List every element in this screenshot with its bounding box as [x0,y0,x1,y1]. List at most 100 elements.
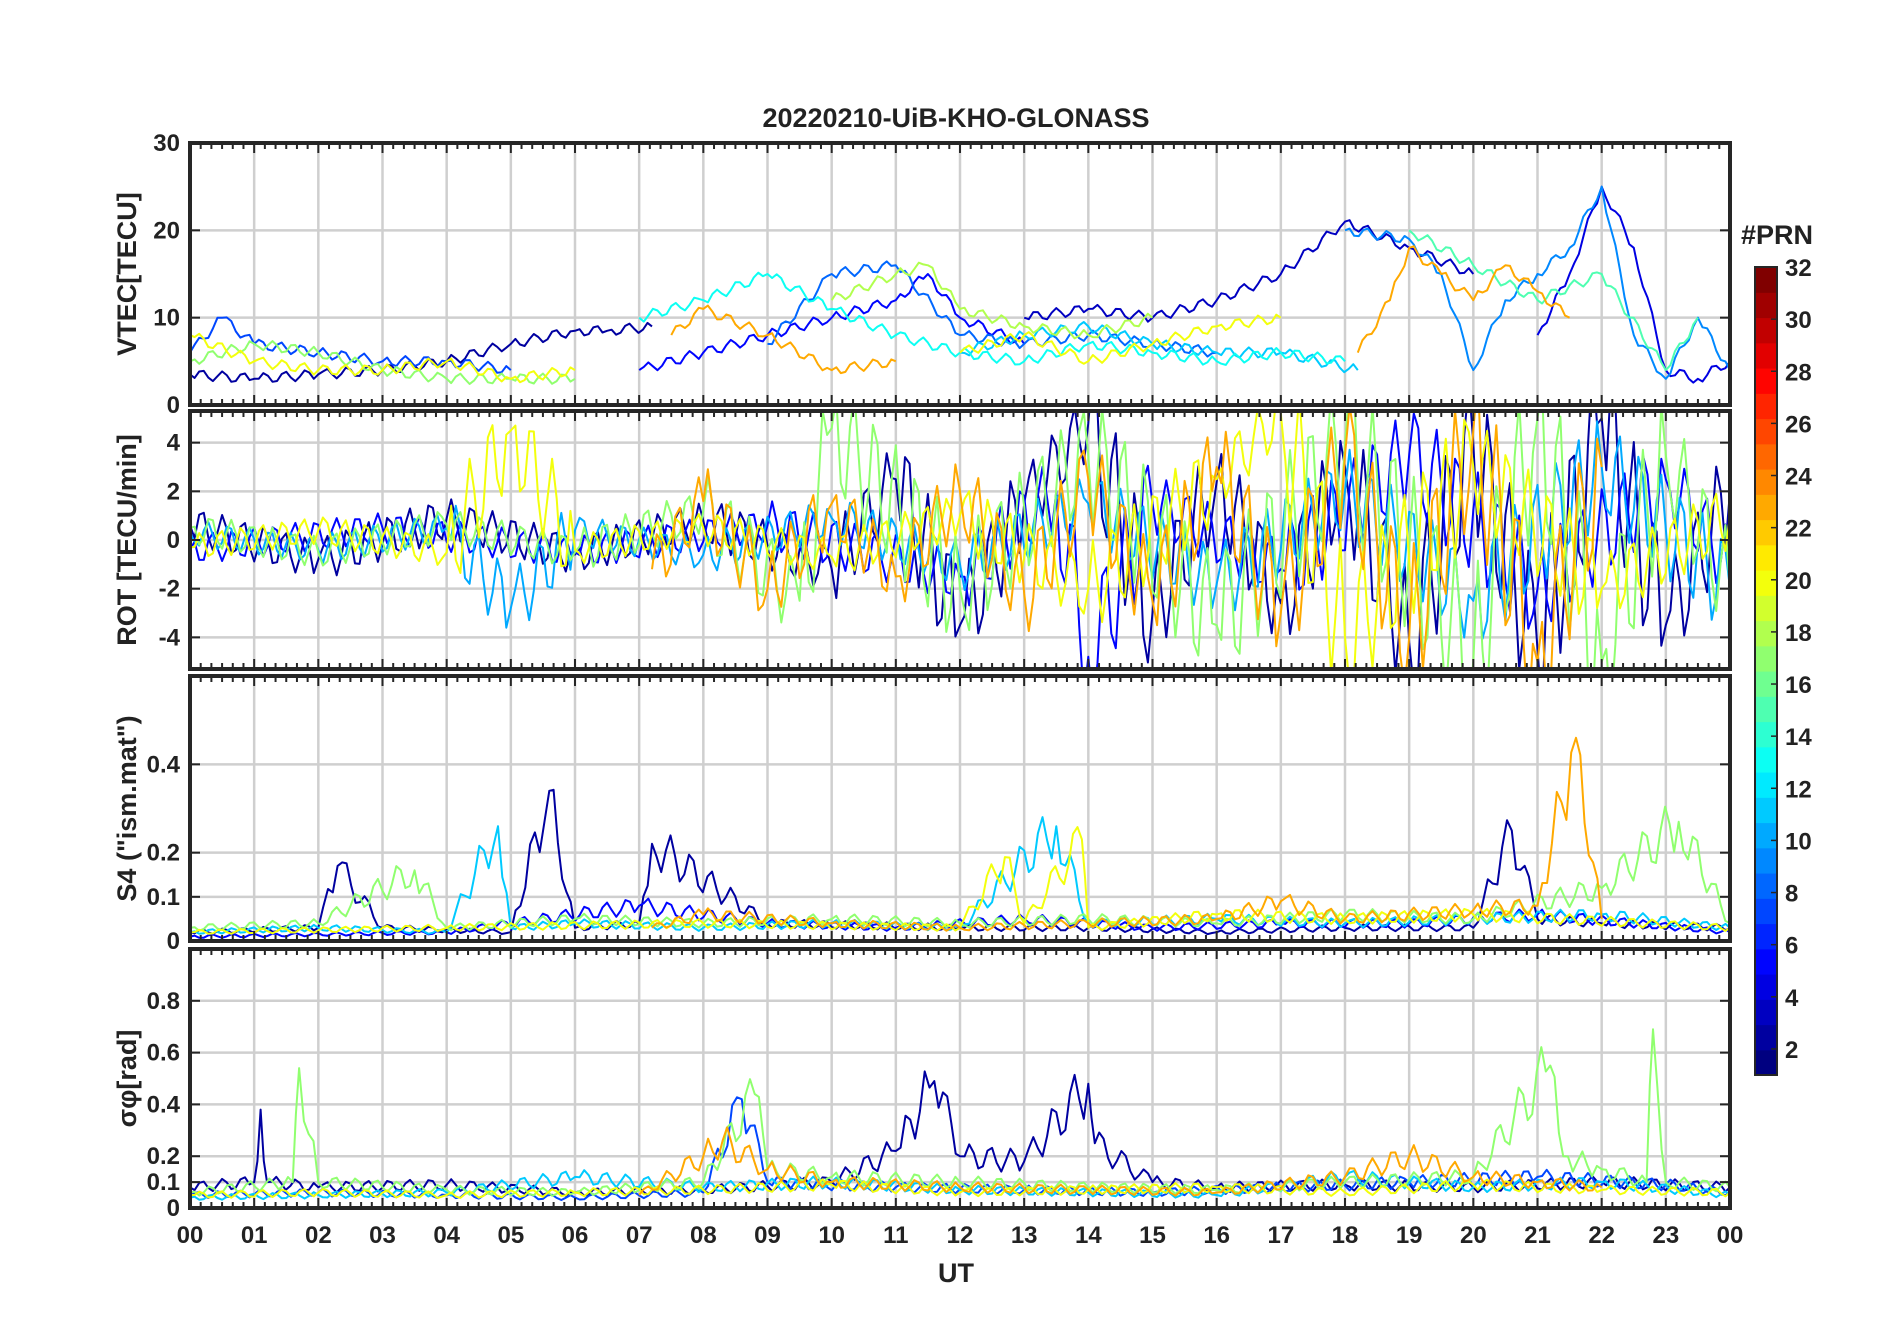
x-tick-label: 21 [1524,1222,1551,1249]
colorbar-swatch [1755,974,1777,1000]
colorbar-swatch [1755,873,1777,899]
y-tick-label: 0 [167,527,180,554]
colorbar-swatch [1755,898,1777,925]
colorbar-swatch [1755,847,1777,874]
colorbar-swatch [1755,544,1777,571]
colorbar-swatch [1755,267,1777,293]
colorbar-swatch [1755,948,1777,975]
y-tick-label: 0.2 [147,840,180,867]
x-tick-label: 20 [1460,1222,1487,1249]
panel-s4: 0 0.1 0.2 0.4S4 ("ism.mat") [112,674,1732,955]
x-axis-label: UT [938,1258,974,1288]
x-tick-label: 17 [1267,1222,1294,1249]
colorbar-swatch [1755,469,1777,495]
colorbar-swatch [1755,822,1777,849]
colorbar-swatch [1755,999,1777,1026]
colorbar-swatch [1755,443,1777,470]
x-tick-label: 10 [818,1222,845,1249]
y-tick-label: -4 [159,624,181,651]
y-tick-label: 0 [167,392,180,419]
colorbar-tick-label: 20 [1785,568,1812,595]
x-tick-label: 00 [1717,1222,1744,1249]
colorbar-tick-label: 6 [1785,933,1798,960]
x-tick-label: 23 [1652,1222,1679,1249]
x-tick-label: 11 [883,1222,908,1249]
colorbar-swatch [1755,746,1777,773]
colorbar-swatch [1755,696,1777,723]
colorbar-swatch [1755,494,1777,521]
colorbar-tick-label: 26 [1785,411,1812,438]
x-tick-label: 13 [1011,1222,1038,1249]
y-tick-label: 0.4 [147,751,181,778]
x-tick-label: 02 [305,1222,332,1249]
x-tick-label: 06 [562,1222,589,1249]
colorbar-label: #PRN [1741,220,1813,250]
y-tick-label: 0.1 [147,884,180,911]
y-tick-label: 0 [167,1195,180,1222]
colorbar-tick-label: 28 [1785,359,1812,386]
panel-sigma: 00.10.2 0.4 0.6 0.8σφ[rad] 00 01 02 03 04 05 06 07 0… [112,947,1744,1249]
colorbar-swatch [1755,418,1777,445]
y-tick-label: 30 [153,130,180,157]
y-axis-label: VTEC[TECU] [112,192,142,356]
colorbar-swatch [1755,772,1777,798]
colorbar-tick-label: 22 [1785,516,1812,543]
x-tick-label: 05 [497,1222,524,1249]
colorbar-tick-label: 10 [1785,828,1812,855]
colorbar-swatch [1755,342,1777,369]
x-tick-label: 03 [369,1222,396,1249]
y-axis-label: S4 ("ism.mat") [112,715,142,901]
colorbar-tick-label: 4 [1785,985,1799,1012]
y-tick-label: 0 [167,928,180,955]
colorbar-swatch [1755,721,1777,748]
colorbar-tick-label: 24 [1785,464,1812,491]
colorbar-swatch [1755,519,1777,546]
colorbar-swatch [1755,595,1777,622]
y-tick-label: 0.2 [147,1143,180,1170]
x-tick-label: 14 [1075,1222,1102,1249]
y-tick-label: 0.6 [147,1040,180,1067]
colorbar-swatch [1755,393,1777,420]
colorbar-swatch [1755,645,1777,672]
x-tick-label: 09 [754,1222,781,1249]
y-tick-label: 20 [153,217,180,244]
x-tick-label: 01 [241,1222,268,1249]
x-tick-label: 16 [1203,1222,1230,1249]
colorbar-tick-label: 2 [1785,1037,1798,1064]
x-tick-label: 15 [1139,1222,1166,1249]
chart-title: 20220210-UiB-KHO-GLONASS [762,103,1149,133]
colorbar-swatch [1755,797,1777,824]
x-tick-label: 22 [1588,1222,1615,1249]
x-tick-label: 07 [626,1222,653,1249]
y-axis-label: ROT [TECU/min] [112,434,142,645]
colorbar-swatch [1755,570,1777,596]
colorbar-swatch [1755,923,1777,950]
colorbar-tick-label: 30 [1785,307,1812,334]
x-tick-label: 08 [690,1222,717,1249]
colorbar-tick-label: 12 [1785,776,1812,803]
colorbar-swatch [1755,292,1777,319]
x-tick-label: 19 [1396,1222,1423,1249]
colorbar-tick-label: 14 [1785,724,1812,751]
y-axis-label: σφ[rad] [112,1030,142,1128]
y-tick-label: 0.4 [147,1091,181,1118]
x-tick-label: 18 [1332,1222,1359,1249]
panel-rot: -4 -2 0 2 4 ROT [TECU/min] [112,409,1732,671]
x-tick-label: 12 [947,1222,974,1249]
y-tick-label: -2 [159,576,180,603]
y-tick-label: 10 [153,305,180,332]
y-tick-label: 0.1 [147,1169,180,1196]
panels: 0102030VTEC[TECU]-4-2024ROT [TECU/min]00… [112,130,1743,1249]
colorbar-swatch [1755,620,1777,647]
colorbar-tick-label: 16 [1785,672,1812,699]
figure-canvas: 20220210-UiB-KHO-GLONASS 0102030VTEC[TEC… [112,103,1813,1288]
colorbar-tick-label: 8 [1785,881,1798,908]
x-tick-label: 00 [177,1222,204,1249]
y-tick-label: 2 [167,478,180,505]
colorbar-swatch [1755,1024,1777,1051]
colorbar-tick-label: 18 [1785,620,1812,647]
panel-vtec: 0 10 20 30 VTEC[TECU] [112,130,1732,419]
colorbar-tick-label: 32 [1785,255,1812,282]
colorbar-swatch [1755,1049,1777,1076]
colorbar-swatch [1755,317,1777,344]
